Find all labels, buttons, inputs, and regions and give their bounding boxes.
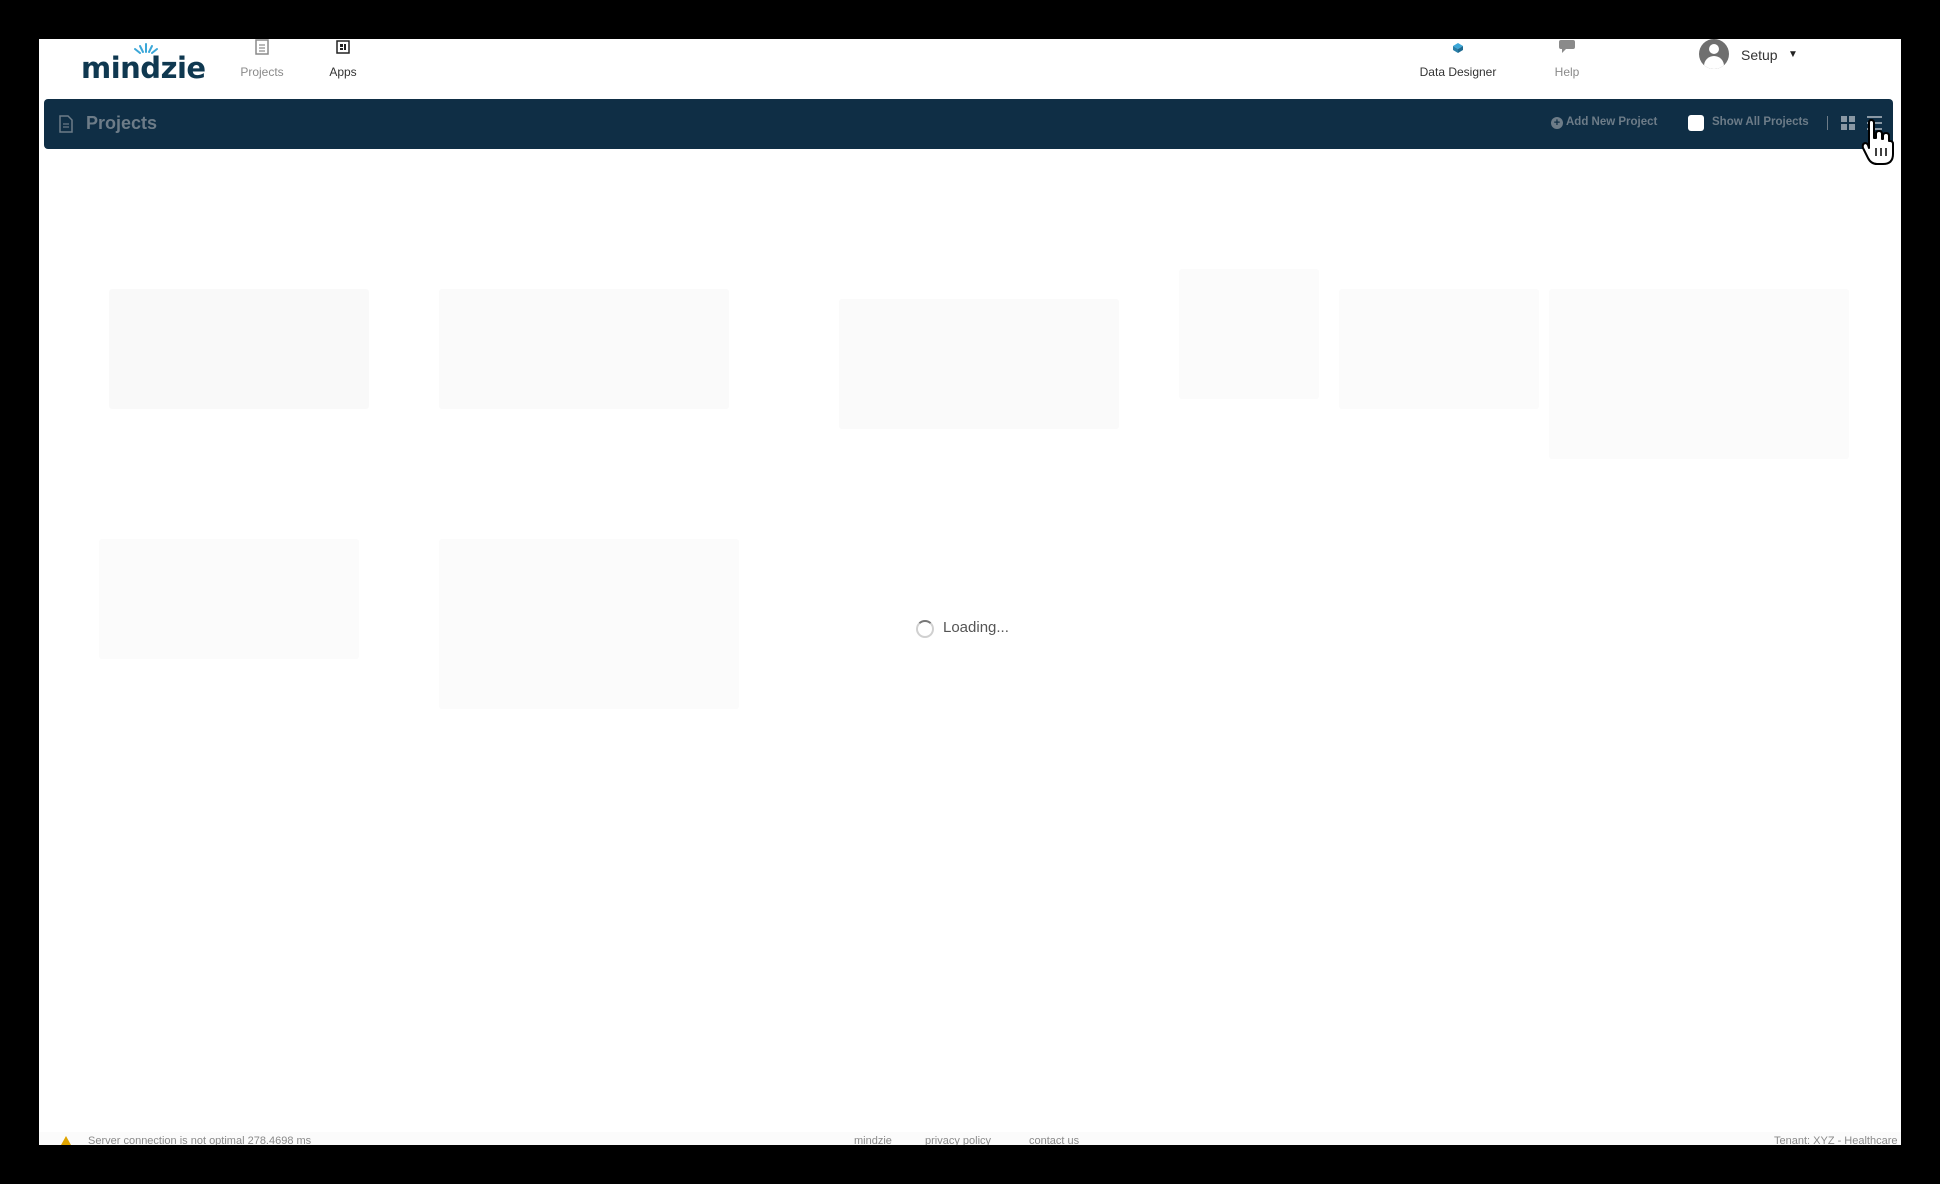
- chat-bubble-icon: [1559, 40, 1575, 53]
- nav-data-designer-label: Data Designer: [1419, 65, 1497, 79]
- connection-status: Server connection is not optimal 278.469…: [88, 1135, 312, 1145]
- document-icon: [59, 115, 73, 133]
- hand-cursor-icon: [1861, 119, 1894, 165]
- app-window: mindzie Projects Apps Data Designer Help…: [39, 39, 1901, 1145]
- warning-icon: [61, 1136, 71, 1145]
- loading-label: Loading...: [943, 619, 1009, 636]
- add-new-project-button[interactable]: + Add New Project: [1551, 116, 1657, 129]
- apps-icon: [336, 40, 350, 54]
- footer-link-contact[interactable]: contact us: [1029, 1135, 1079, 1145]
- cube-icon: [1453, 43, 1463, 53]
- top-navigation: mindzie Projects Apps Data Designer Help…: [39, 39, 1901, 99]
- nav-projects[interactable]: Projects: [222, 39, 302, 79]
- show-all-projects-checkbox[interactable]: [1688, 115, 1704, 131]
- nav-data-designer[interactable]: Data Designer: [1408, 39, 1508, 79]
- footer-link-privacy[interactable]: privacy policy: [925, 1135, 991, 1145]
- projects-header-bar: Projects + Add New Project Show All Proje…: [44, 99, 1893, 149]
- nav-apps-label: Apps: [329, 65, 357, 79]
- caret-down-icon: ▼: [1788, 49, 1798, 60]
- page-title: Projects: [86, 113, 158, 133]
- nav-apps[interactable]: Apps: [303, 39, 383, 79]
- grid-view-icon[interactable]: [1841, 116, 1856, 131]
- add-new-project-label: Add New Project: [1566, 116, 1658, 128]
- plus-circle-icon: +: [1551, 117, 1563, 129]
- brand-name: mindzie: [81, 51, 206, 85]
- user-menu-label: Setup: [1741, 47, 1778, 63]
- footer-link-mindzie[interactable]: mindzie: [854, 1135, 892, 1145]
- tenant-label: Tenant: XYZ - Healthcare: [1774, 1135, 1898, 1145]
- screen-border: [0, 1145, 1940, 1184]
- show-all-projects-label[interactable]: Show All Projects: [1712, 116, 1809, 128]
- nav-help[interactable]: Help: [1527, 39, 1607, 79]
- toolbar-divider: [1827, 116, 1828, 130]
- nav-projects-label: Projects: [240, 65, 284, 79]
- footer: Server connection is not optimal 278.469…: [39, 1132, 1901, 1145]
- user-avatar-icon: [1699, 39, 1729, 69]
- nav-help-label: Help: [1554, 65, 1580, 79]
- spinner-icon: [916, 620, 934, 638]
- document-icon: [255, 39, 269, 55]
